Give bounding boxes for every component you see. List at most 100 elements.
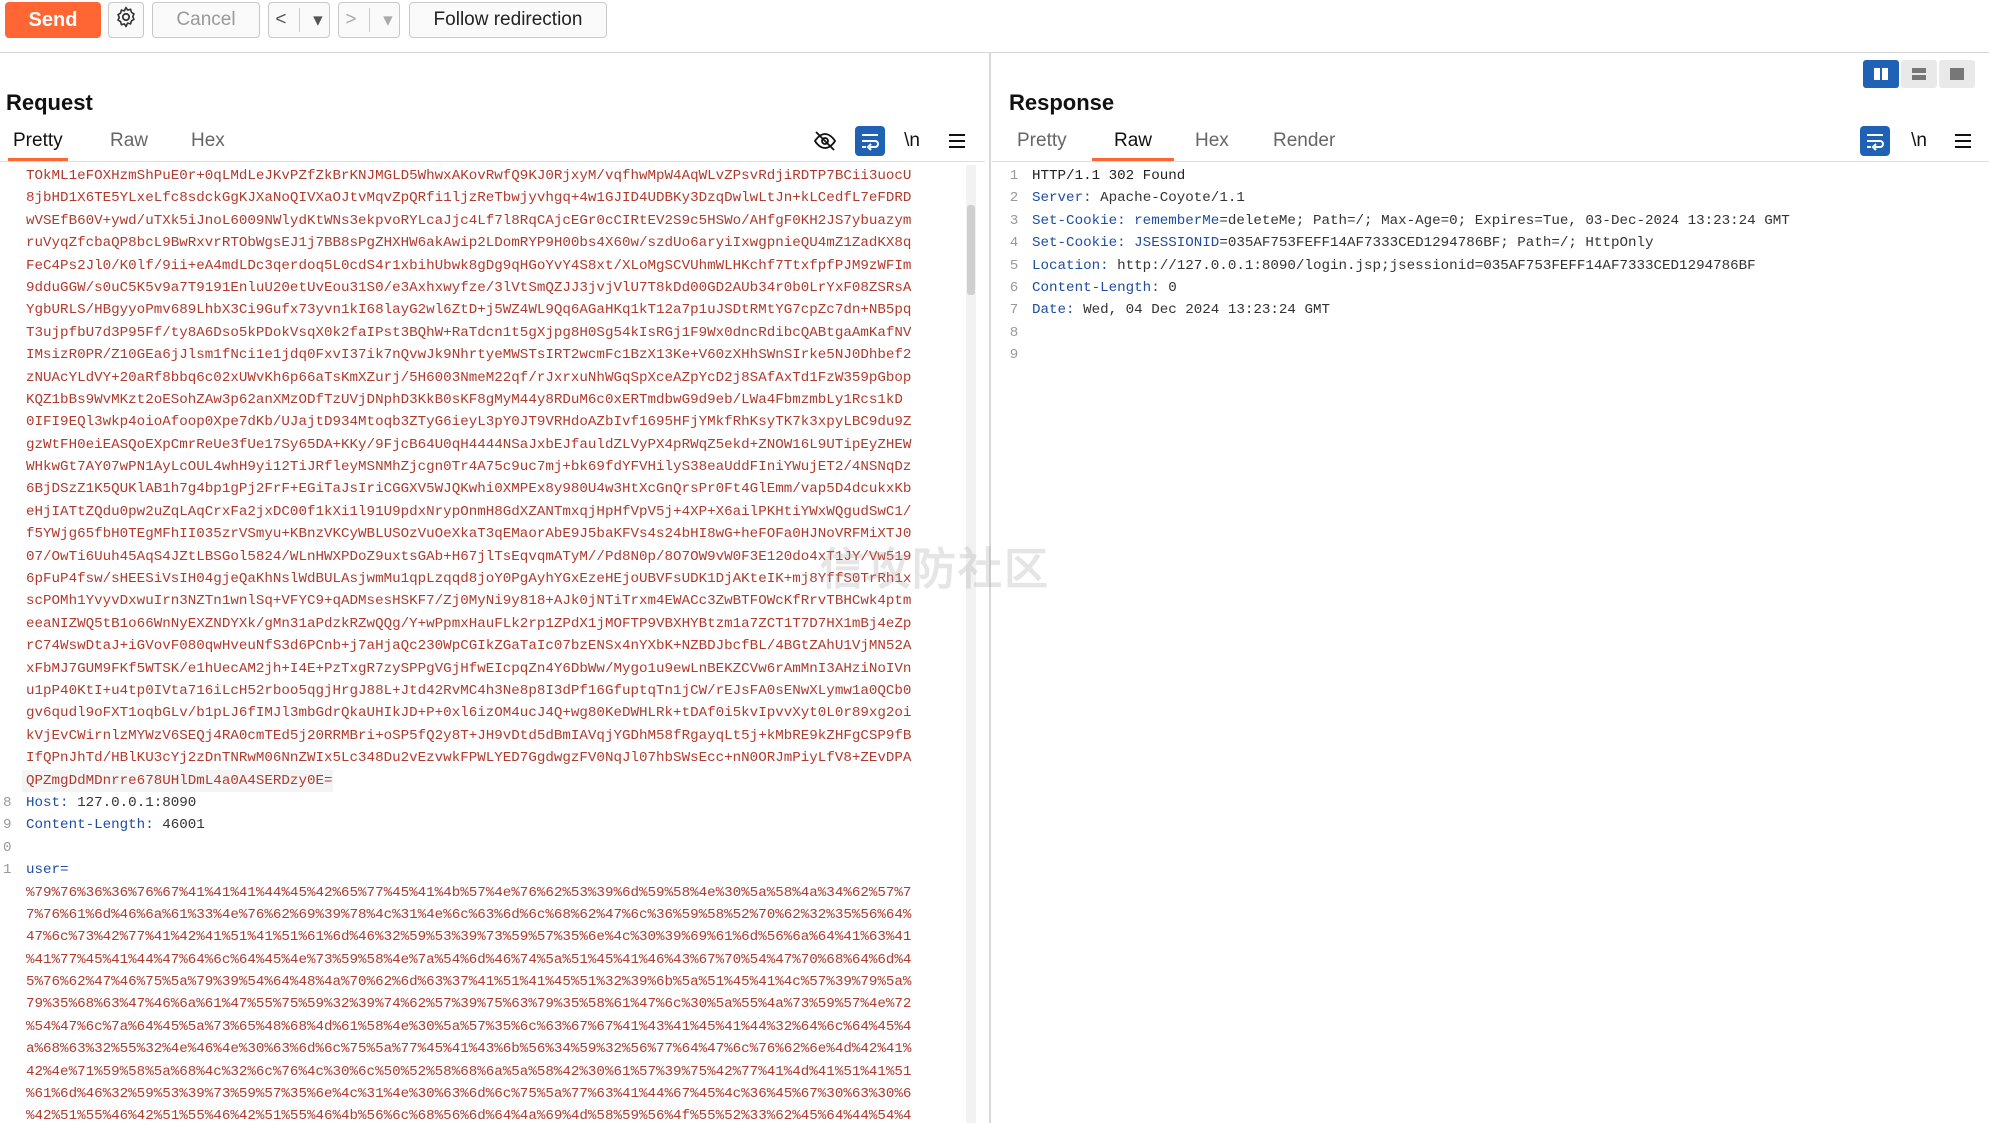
- line-content: %41%77%45%41%44%47%64%6c%64%45%4e%73%59%…: [26, 951, 912, 968]
- code-line: %42%51%55%46%42%51%55%46%42%51%55%46%4b%…: [0, 1105, 980, 1123]
- line-number: [0, 993, 22, 1015]
- header-value: 0: [1159, 279, 1177, 296]
- line-number: [0, 590, 22, 612]
- line-number: [0, 456, 22, 478]
- code-line: %41%77%45%41%44%47%64%6c%64%45%4e%73%59%…: [0, 949, 980, 971]
- back-arrow-icon[interactable]: <: [275, 9, 286, 31]
- eye-slash-icon[interactable]: [810, 126, 840, 156]
- code-line: KQZ1bBs9WvMKzt2oESohZAw3p62anXMzODfTzUVj…: [0, 389, 980, 411]
- line-content: IfQPnJhTd/HBlKU3cYj2zDnTNRwM06NnZWIx5Lc3…: [26, 750, 912, 767]
- code-line: 0IFI9EQl3wkp4oioAfoop0Xpe7dKb/UJajtD934M…: [0, 411, 980, 433]
- response-tabs: Pretty Raw Hex Render \n: [1000, 126, 1985, 162]
- line-number: 8: [1009, 324, 1019, 341]
- line-content: 47%6c%73%42%77%41%42%41%51%41%51%61%6d%4…: [26, 929, 912, 946]
- settings-button[interactable]: [108, 2, 144, 38]
- cancel-button[interactable]: Cancel: [152, 2, 260, 38]
- line-number: [0, 546, 22, 568]
- request-editor[interactable]: TOkML1eFOXHzmShPuE0r+0qLMdLeJKvPZfZkBrKN…: [0, 165, 980, 1123]
- code-line: 6 Content-Length: 0: [1000, 277, 1978, 299]
- line-number: [0, 613, 22, 635]
- line-content: [1028, 322, 1032, 344]
- line-number: [0, 904, 22, 926]
- line-content: rC74WswDtaJ+iGVovF080qwHveuNfS3d6PCnb+j7…: [26, 638, 912, 655]
- request-tab-hex[interactable]: Hex: [191, 128, 225, 158]
- line-content: 0IFI9EQl3wkp4oioAfoop0Xpe7dKb/UJajtD934M…: [26, 414, 912, 431]
- request-title: Request: [6, 90, 93, 115]
- code-line: 4 Set-Cookie: JSESSIONID=035AF753FEFF14AF…: [1000, 232, 1978, 254]
- hamburger-icon[interactable]: [942, 126, 972, 156]
- header-value: http://127.0.0.1:8090/login.jsp;jsession…: [1108, 257, 1756, 274]
- line-content: Content-Length: 0: [1028, 277, 1177, 299]
- code-line: ruVyqZfcbaQP8bcL9BwRxvrRTObWgsEJ1j7BB8sP…: [0, 232, 980, 254]
- response-tab-hex[interactable]: Hex: [1195, 128, 1229, 158]
- line-content: Date: Wed, 04 Dec 2024 13:23:24 GMT: [1028, 299, 1330, 321]
- code-line: eeaNIZWQ5tB1o66WnNyEXZNDYXk/gMn31aPdzkRZ…: [0, 613, 980, 635]
- code-line: zNUAcYLdVY+20aRf8bbq6c02xUWvKh6p66aTsKmX…: [0, 367, 980, 389]
- back-button-group[interactable]: < ▾: [268, 2, 330, 38]
- scrollbar-thumb[interactable]: [967, 205, 975, 295]
- line-number: [0, 568, 22, 590]
- line-content: gzWtFH0eiEASQoEXpCmrReUe3fUe17Sy65DA+KKy…: [26, 436, 912, 453]
- line-number: [0, 478, 22, 500]
- code-line: IfQPnJhTd/HBlKU3cYj2zDnTNRwM06NnZWIx5Lc3…: [0, 747, 980, 769]
- code-line: xFbMJ7GUM9FKf5WTSK/e1hUecAM2jh+I4E+PzTxg…: [0, 658, 980, 680]
- code-line: 1 HTTP/1.1 302 Found: [1000, 165, 1978, 187]
- wrap-icon[interactable]: [1860, 126, 1890, 156]
- response-editor[interactable]: 1 HTTP/1.1 302 Found 2 Server: Apache-Coyot…: [1000, 165, 1978, 367]
- single-icon[interactable]: [1939, 60, 1975, 88]
- forward-button-group[interactable]: > ▾: [338, 2, 400, 38]
- line-content: YgbURLS/HBgyyoPmv689LhbX3Ci9Gufx73yvn1kI…: [26, 302, 912, 319]
- line-content: Content-Length: 46001: [22, 814, 205, 836]
- line-content: f5YWjg65fbH0TEgMFhII035zrVSmyu+KBnzVKCyW…: [26, 526, 912, 543]
- layout-switcher: [1863, 60, 1979, 90]
- line-content: T3ujpfbU7d3P95Ff/ty8A6Dso5kPDokVsqX0k2fa…: [26, 324, 912, 341]
- line-number: [0, 389, 22, 411]
- code-line: 6BjDSzZ1K5QUKlAB1h7g4bp1gPj2FrF+EGiTaJsI…: [0, 478, 980, 500]
- back-dropdown-icon[interactable]: ▾: [313, 9, 323, 32]
- line-number: [0, 210, 22, 232]
- newline-icon[interactable]: \n: [1904, 126, 1934, 156]
- code-line: 8 Host: 127.0.0.1:8090: [0, 792, 980, 814]
- wrap-icon[interactable]: [855, 126, 885, 156]
- code-line: 7 Date: Wed, 04 Dec 2024 13:23:24 GMT: [1000, 299, 1978, 321]
- code-line: 0: [0, 837, 980, 859]
- code-line: rC74WswDtaJ+iGVovF080qwHveuNfS3d6PCnb+j7…: [0, 635, 980, 657]
- line-number: [0, 949, 22, 971]
- forward-arrow-icon[interactable]: >: [345, 9, 356, 31]
- line-content: IMsizR0PR/Z10GEa6jJlsm1fNci1e1jdq0FxvI37…: [26, 347, 912, 364]
- line-content: Location: http://127.0.0.1:8090/login.js…: [1028, 255, 1756, 277]
- header-value: Wed, 04 Dec 2024 13:23:24 GMT: [1074, 302, 1330, 319]
- gear-icon: [114, 5, 138, 35]
- code-line: 9dduGGW/s0uC5K5v9a7T9191EnluU20etUvEou31…: [0, 277, 980, 299]
- line-number: [0, 165, 22, 187]
- header-value: Apache-Coyote/1.1: [1091, 190, 1245, 207]
- code-line: eHjIATtZQdu0pw2uZqLAqCrxFa2jxDC00f1kXi1l…: [0, 501, 980, 523]
- response-tab-pretty[interactable]: Pretty: [1017, 128, 1067, 158]
- line-number: [0, 367, 22, 389]
- line-number: 5: [1009, 257, 1019, 274]
- request-tab-raw[interactable]: Raw: [110, 128, 148, 158]
- code-line: 3 Set-Cookie: rememberMe=deleteMe; Path=/…: [1000, 210, 1978, 232]
- hamburger-icon[interactable]: [1948, 126, 1978, 156]
- code-line: 47%6c%73%42%77%41%42%41%51%41%51%61%6d%4…: [0, 926, 980, 948]
- line-content: 42%4e%71%59%58%5a%68%4c%32%6c%76%4c%30%6…: [26, 1063, 912, 1080]
- line-number: [0, 725, 22, 747]
- response-tab-raw[interactable]: Raw: [1092, 128, 1175, 161]
- split-icon[interactable]: [1863, 60, 1899, 88]
- send-button[interactable]: Send: [5, 2, 101, 38]
- line-content: Set-Cookie: JSESSIONID=035AF753FEFF14AF7…: [1028, 232, 1654, 254]
- request-tab-pretty[interactable]: Pretty: [8, 128, 68, 161]
- follow-redirection-button[interactable]: Follow redirection: [409, 2, 607, 38]
- rows-icon[interactable]: [1901, 60, 1937, 88]
- cookie-name: rememberMe: [1125, 212, 1220, 229]
- newline-icon[interactable]: \n: [897, 126, 927, 156]
- line-content: WHkwGt7AY07wPN1AyLcOUL4whH9yi12TiJRfleyM…: [26, 459, 912, 476]
- line-number: 1: [1009, 168, 1019, 184]
- line-number: [0, 747, 22, 769]
- cookie-name: JSESSIONID: [1125, 235, 1220, 252]
- response-tab-render[interactable]: Render: [1273, 128, 1335, 158]
- line-number: [0, 1016, 22, 1038]
- line-content: a%68%63%32%55%32%4e%46%4e%30%63%6d%6c%75…: [26, 1041, 912, 1058]
- request-scrollbar[interactable]: [966, 165, 976, 1123]
- forward-dropdown-icon[interactable]: ▾: [383, 9, 393, 32]
